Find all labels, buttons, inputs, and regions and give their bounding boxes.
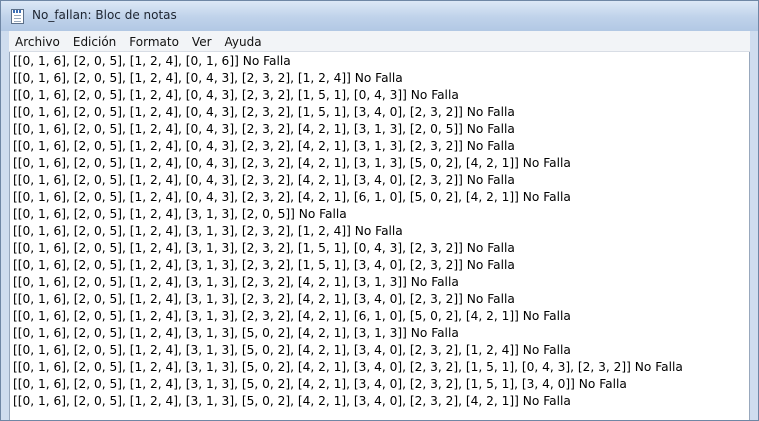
notepad-icon — [11, 9, 24, 24]
text-line: [[0, 1, 6], [2, 0, 5], [1, 2, 4], [3, 1,… — [13, 292, 515, 306]
text-line: [[0, 1, 6], [2, 0, 5], [1, 2, 4], [3, 1,… — [13, 309, 571, 323]
notepad-window: No_fallan: Bloc de notas Archivo Edición F… — [0, 0, 759, 421]
text-line: [[0, 1, 6], [2, 0, 5], [1, 2, 4], [0, 4,… — [13, 71, 403, 85]
text-line: [[0, 1, 6], [2, 0, 5], [1, 2, 4], [0, 4,… — [13, 156, 571, 170]
menu-bar: Archivo Edición Formato Ver Ayuda — [9, 31, 750, 52]
text-line: [[0, 1, 6], [2, 0, 5], [1, 2, 4], [0, 4,… — [13, 88, 459, 102]
text-line: [[0, 1, 6], [2, 0, 5], [1, 2, 4], [0, 4,… — [13, 122, 515, 136]
menu-archivo[interactable]: Archivo — [9, 33, 67, 53]
menu-ver[interactable]: Ver — [186, 33, 219, 53]
text-line: [[0, 1, 6], [2, 0, 5], [1, 2, 4], [0, 4,… — [13, 173, 515, 187]
text-line: [[0, 1, 6], [2, 0, 5], [1, 2, 4], [0, 4,… — [13, 139, 515, 153]
text-line: [[0, 1, 6], [2, 0, 5], [1, 2, 4], [0, 4,… — [13, 190, 571, 204]
text-line: [[0, 1, 6], [2, 0, 5], [1, 2, 4], [3, 1,… — [13, 343, 571, 357]
text-line: [[0, 1, 6], [2, 0, 5], [1, 2, 4], [3, 1,… — [13, 326, 459, 340]
text-line: [[0, 1, 6], [2, 0, 5], [1, 2, 4], [3, 1,… — [13, 258, 515, 272]
text-line: [[0, 1, 6], [2, 0, 5], [1, 2, 4], [3, 1,… — [13, 377, 627, 391]
text-line: [[0, 1, 6], [2, 0, 5], [1, 2, 4], [3, 1,… — [13, 394, 571, 408]
text-line: [[0, 1, 6], [2, 0, 5], [1, 2, 4], [3, 1,… — [13, 360, 683, 374]
text-line: [[0, 1, 6], [2, 0, 5], [1, 2, 4], [0, 1,… — [13, 54, 291, 68]
window-title: No_fallan: Bloc de notas — [32, 8, 177, 22]
text-line: [[0, 1, 6], [2, 0, 5], [1, 2, 4], [3, 1,… — [13, 207, 347, 221]
text-line: [[0, 1, 6], [2, 0, 5], [1, 2, 4], [3, 1,… — [13, 275, 459, 289]
text-lines: [[0, 1, 6], [2, 0, 5], [1, 2, 4], [0, 1,… — [13, 53, 683, 410]
text-line: [[0, 1, 6], [2, 0, 5], [1, 2, 4], [0, 4,… — [13, 105, 515, 119]
text-line: [[0, 1, 6], [2, 0, 5], [1, 2, 4], [3, 1,… — [13, 241, 515, 255]
menu-edicion[interactable]: Edición — [67, 33, 123, 53]
menu-formato[interactable]: Formato — [123, 33, 186, 53]
title-bar[interactable]: No_fallan: Bloc de notas — [1, 1, 758, 31]
text-line: [[0, 1, 6], [2, 0, 5], [1, 2, 4], [3, 1,… — [13, 224, 403, 238]
text-editor[interactable]: [[0, 1, 6], [2, 0, 5], [1, 2, 4], [0, 1,… — [9, 52, 750, 420]
menu-ayuda[interactable]: Ayuda — [219, 33, 269, 53]
